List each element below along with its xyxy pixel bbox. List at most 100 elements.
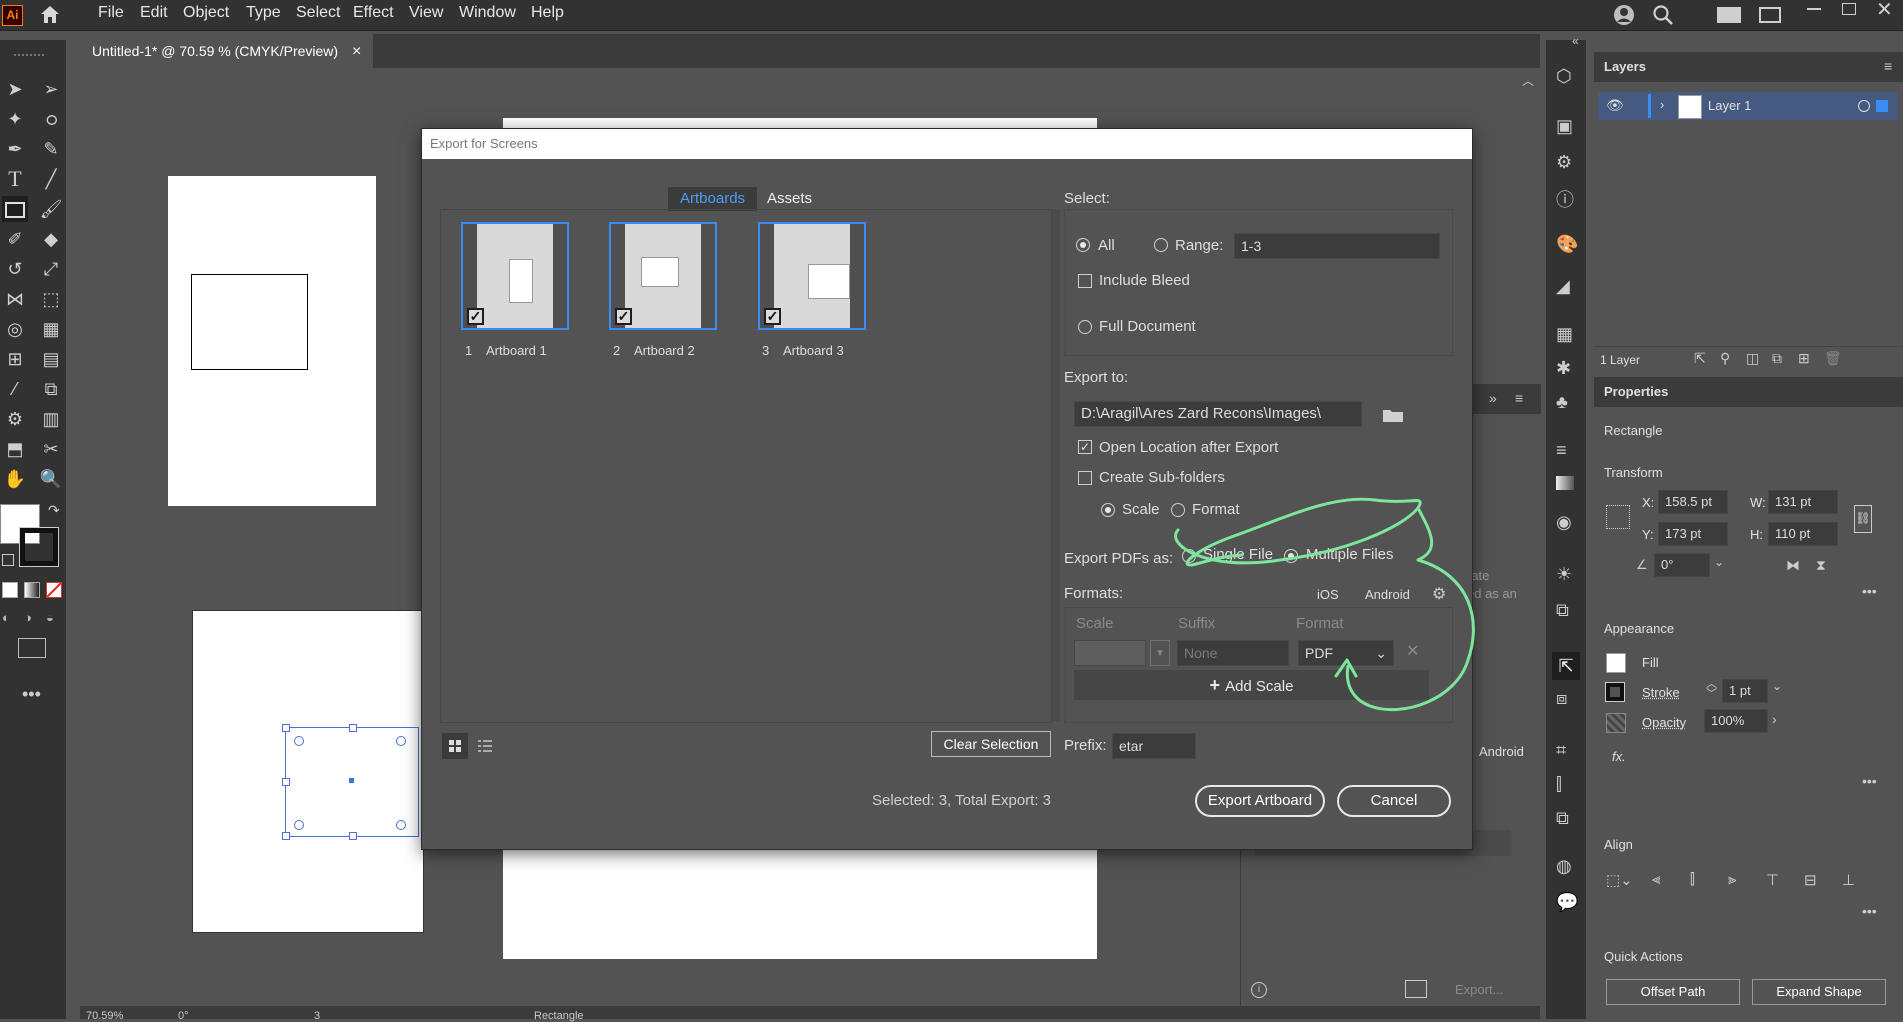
more-options-icon[interactable]: •••	[1862, 903, 1877, 919]
full-document-label[interactable]: Full Document	[1099, 318, 1196, 335]
android-preset[interactable]: Android	[1365, 587, 1410, 602]
column-graph-tool-icon[interactable]: ▥	[38, 406, 64, 432]
expand-chevron-icon[interactable]: ›	[1660, 97, 1664, 112]
export-path-field[interactable]: D:\Aragil\Ares Zard Recons\Images\	[1074, 401, 1362, 427]
eraser-tool-icon[interactable]: ◆	[38, 226, 64, 252]
rotate-tool-icon[interactable]: ↺	[2, 256, 28, 282]
edit-toolbar-icon[interactable]: •••	[22, 684, 41, 705]
artboard-thumbnail[interactable]: ✓	[609, 222, 717, 330]
flip-vertical-icon[interactable]: ⧗	[1816, 557, 1826, 574]
offset-path-button[interactable]: Offset Path	[1606, 979, 1740, 1005]
pathfinder-icon[interactable]: ⧉	[1556, 808, 1569, 829]
opacity-chevron-icon[interactable]: ›	[1772, 711, 1777, 727]
more-options-icon[interactable]: •••	[1862, 773, 1877, 789]
panel-scrollbar[interactable]	[1052, 209, 1060, 721]
none-mode-icon[interactable]	[46, 582, 62, 598]
restore-icon[interactable]	[1842, 3, 1856, 15]
layer-row[interactable]: 👁 › Layer 1	[1598, 92, 1898, 120]
artboard-tool-icon[interactable]: ⬒	[2, 436, 28, 462]
locate-object-icon[interactable]: ⚲	[1720, 350, 1730, 367]
free-transform-tool-icon[interactable]: ⬚	[38, 286, 64, 312]
create-subfolders-checkbox[interactable]	[1078, 471, 1092, 485]
clear-selection-button[interactable]: Clear Selection	[931, 731, 1051, 757]
workspace-icon[interactable]	[1717, 7, 1741, 23]
direct-selection-tool-icon[interactable]: ➢	[38, 76, 64, 102]
slice-tool-icon[interactable]: ✂	[38, 436, 64, 462]
menu-edit[interactable]: Edit	[140, 4, 168, 22]
opacity-label[interactable]: Opacity	[1642, 715, 1686, 730]
comments-icon[interactable]: 💬	[1556, 892, 1578, 913]
rectangle-tool-icon[interactable]	[2, 196, 28, 222]
tab-artboards[interactable]: Artboards	[668, 187, 758, 211]
draw-normal-icon[interactable]: ◐	[2, 610, 10, 625]
align-top-icon[interactable]: ⊤	[1766, 871, 1779, 889]
create-subfolders-label[interactable]: Create Sub-folders	[1099, 469, 1225, 486]
color-mode-icon[interactable]	[2, 582, 18, 598]
close-window-icon[interactable]: ✕	[1876, 0, 1893, 22]
document-tab[interactable]: Untitled-1* @ 70.59 % (CMYK/Preview) ×	[80, 34, 374, 68]
remove-scale-icon[interactable]: ✕	[1406, 641, 1419, 661]
account-icon[interactable]	[1612, 4, 1636, 29]
multiple-files-radio[interactable]	[1284, 549, 1298, 563]
subfolder-format-label[interactable]: Format	[1192, 501, 1240, 518]
stroke-label[interactable]: Stroke	[1642, 685, 1680, 700]
stroke-dropdown-icon[interactable]: ⌄	[1772, 679, 1782, 693]
menu-window[interactable]: Window	[459, 4, 516, 22]
libraries-icon[interactable]: ▣	[1556, 116, 1573, 137]
cancel-button[interactable]: Cancel	[1337, 785, 1451, 817]
y-field[interactable]: 173 pt	[1658, 522, 1728, 546]
export-layer-icon[interactable]: ⇱	[1694, 350, 1706, 367]
select-range-radio[interactable]	[1154, 238, 1168, 252]
h-field[interactable]: 110 pt	[1768, 522, 1838, 546]
subfolder-scale-radio[interactable]	[1101, 503, 1115, 517]
new-layer-icon[interactable]: ⊞	[1798, 350, 1810, 367]
menu-file[interactable]: File	[98, 4, 124, 22]
symbol-sprayer-tool-icon[interactable]: ⚙	[2, 406, 28, 432]
gradient-mode-icon[interactable]	[24, 582, 40, 598]
layer-name[interactable]: Layer 1	[1708, 98, 1751, 113]
color-palette-icon[interactable]: 🎨	[1556, 234, 1578, 255]
single-file-radio[interactable]	[1182, 549, 1196, 563]
align-bottom-icon[interactable]: ⊥	[1842, 871, 1855, 889]
list-view-icon[interactable]	[472, 733, 498, 759]
graphic-styles-icon[interactable]: ⧉	[1556, 600, 1569, 621]
rectangle-shape[interactable]	[191, 274, 308, 370]
ios-preset[interactable]: iOS	[1317, 587, 1339, 602]
align-panel-icon[interactable]: ⫿	[1556, 774, 1562, 795]
transparency-icon[interactable]: ◉	[1556, 512, 1572, 533]
expand-shape-button[interactable]: Expand Shape	[1752, 979, 1886, 1005]
selection-handle[interactable]	[349, 832, 357, 840]
type-tool-icon[interactable]: T	[2, 166, 28, 192]
corner-widget[interactable]	[294, 820, 304, 830]
width-tool-icon[interactable]: ⋈	[2, 286, 28, 312]
swatches-icon[interactable]: ▦	[1556, 324, 1573, 345]
symbols-icon[interactable]: ♣	[1556, 392, 1568, 413]
prefix-field[interactable]: etar	[1112, 733, 1196, 759]
asset-export-icon[interactable]: ⇱	[1552, 652, 1580, 680]
corner-widget[interactable]	[396, 820, 406, 830]
menu-type[interactable]: Type	[246, 4, 281, 22]
align-middle-icon[interactable]: ⊟	[1804, 871, 1817, 889]
grid-view-icon[interactable]	[442, 733, 468, 759]
stroke-swatch-small[interactable]	[1605, 682, 1625, 702]
search-icon[interactable]	[1652, 4, 1674, 29]
selection-handle[interactable]	[349, 724, 357, 732]
panel-menu-icon[interactable]: ≡	[1515, 390, 1523, 406]
properties-settings-icon[interactable]: ⚙	[1556, 152, 1572, 173]
transform-panel-icon[interactable]: ⌗	[1556, 740, 1566, 761]
screen-mode-icon[interactable]	[18, 638, 46, 658]
menu-effect[interactable]: Effect	[353, 4, 394, 22]
navigator-icon[interactable]: ◍	[1556, 856, 1572, 877]
draw-inside-icon[interactable]: ◒	[46, 610, 54, 625]
menu-help[interactable]: Help	[531, 4, 564, 22]
mesh-tool-icon[interactable]: ⊞	[2, 346, 28, 372]
format-settings-icon[interactable]: ⚙	[1432, 584, 1446, 604]
zoom-tool-icon[interactable]: 🔍	[38, 466, 64, 492]
w-field[interactable]: 131 pt	[1768, 490, 1838, 514]
more-options-icon[interactable]: •••	[1862, 583, 1877, 599]
curvature-tool-icon[interactable]: ✎	[38, 136, 64, 162]
paintbrush-tool-icon[interactable]: 🖌	[38, 196, 64, 222]
x-field[interactable]: 158.5 pt	[1658, 490, 1728, 514]
export-settings-icon[interactable]	[1405, 980, 1427, 998]
include-bleed-checkbox[interactable]	[1078, 274, 1092, 288]
